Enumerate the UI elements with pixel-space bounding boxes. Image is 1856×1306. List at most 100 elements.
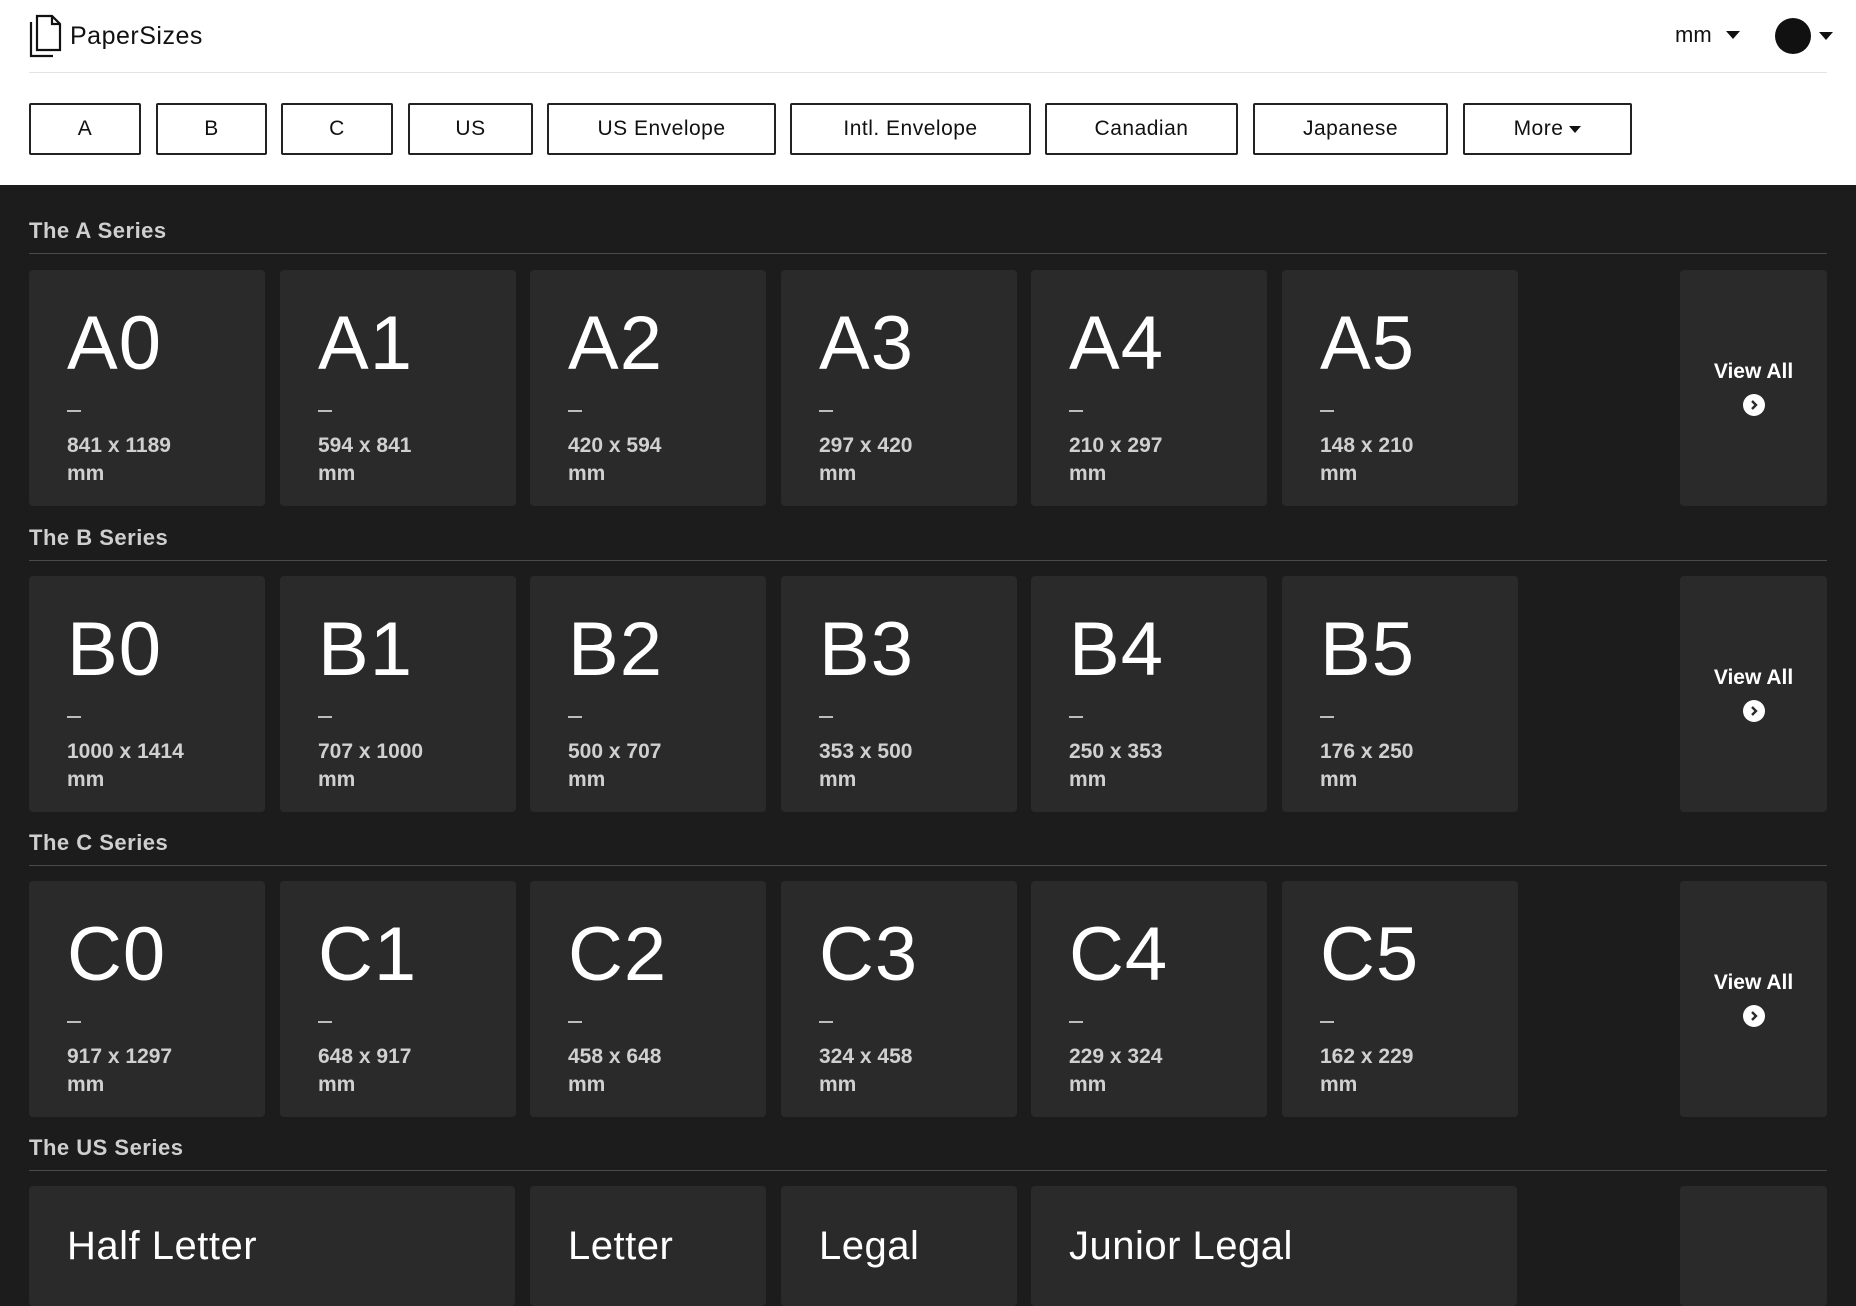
- nav-button-a[interactable]: A: [29, 103, 141, 155]
- paper-card-a2[interactable]: A2 420 x 594 mm: [530, 270, 766, 506]
- paper-stack-icon: [29, 14, 62, 58]
- paper-name: C3: [819, 912, 919, 997]
- paper-name: C0: [67, 912, 167, 997]
- paper-card-junior-legal[interactable]: Junior Legal: [1031, 1186, 1517, 1306]
- dash-divider: [1069, 410, 1083, 412]
- dash-divider: [568, 1021, 582, 1023]
- paper-name: Junior Legal: [1069, 1224, 1293, 1268]
- paper-name: B3: [819, 607, 914, 692]
- user-menu[interactable]: [1775, 18, 1833, 54]
- caret-down-icon: [1569, 125, 1582, 133]
- paper-name: C2: [568, 912, 668, 997]
- nav-button-us[interactable]: US: [408, 103, 533, 155]
- paper-card-b0[interactable]: B0 1000 x 1414 mm: [29, 576, 265, 812]
- paper-card-c4[interactable]: C4 229 x 324 mm: [1031, 881, 1267, 1117]
- view-all-a-button[interactable]: View All: [1680, 270, 1827, 506]
- arrow-right-circle-icon: [1742, 394, 1765, 416]
- dash-divider: [318, 716, 332, 718]
- paper-dimensions: 229 x 324 mm: [1069, 1045, 1163, 1096]
- dash-divider: [1320, 716, 1334, 718]
- view-all-us-button[interactable]: [1680, 1186, 1827, 1306]
- section-divider: [29, 560, 1827, 561]
- paper-dimensions: 324 x 458 mm: [819, 1045, 913, 1096]
- nav-button-b[interactable]: B: [156, 103, 267, 155]
- dash-divider: [819, 1021, 833, 1023]
- paper-card-legal[interactable]: Legal: [781, 1186, 1017, 1306]
- paper-name: Legal: [819, 1224, 920, 1268]
- nav-button-c[interactable]: C: [281, 103, 393, 155]
- paper-dimensions: 148 x 210 mm: [1320, 434, 1414, 485]
- unit-select[interactable]: mm: [1675, 22, 1740, 48]
- dash-divider: [67, 1021, 81, 1023]
- paper-dimensions: 841 x 1189 mm: [67, 434, 171, 485]
- paper-name: A5: [1320, 301, 1415, 386]
- header-divider: [29, 72, 1827, 73]
- dash-divider: [318, 410, 332, 412]
- paper-card-a5[interactable]: A5 148 x 210 mm: [1282, 270, 1518, 506]
- paper-card-b2[interactable]: B2 500 x 707 mm: [530, 576, 766, 812]
- section-title-b: The B Series: [29, 525, 169, 550]
- nav-button-more[interactable]: More: [1463, 103, 1632, 155]
- paper-name: Letter: [568, 1224, 674, 1268]
- paper-card-b1[interactable]: B1 707 x 1000 mm: [280, 576, 516, 812]
- paper-name: A4: [1069, 301, 1164, 386]
- paper-card-c2[interactable]: C2 458 x 648 mm: [530, 881, 766, 1117]
- view-all-label: View All: [1713, 971, 1794, 994]
- paper-card-b5[interactable]: B5 176 x 250 mm: [1282, 576, 1518, 812]
- paper-card-letter[interactable]: Letter: [530, 1186, 766, 1306]
- chevron-down-icon: [1725, 31, 1740, 39]
- paper-card-c5[interactable]: C5 162 x 229 mm: [1282, 881, 1518, 1117]
- section-title-us: The US Series: [29, 1135, 184, 1160]
- dash-divider: [1069, 1021, 1083, 1023]
- paper-name: A1: [318, 301, 413, 386]
- dash-divider: [1320, 410, 1334, 412]
- dash-divider: [1069, 716, 1083, 718]
- view-all-b-button[interactable]: View All: [1680, 576, 1827, 812]
- view-all-c-button[interactable]: View All: [1680, 881, 1827, 1117]
- more-label: More: [1513, 117, 1564, 140]
- paper-card-half-letter[interactable]: Half Letter: [29, 1186, 515, 1306]
- dash-divider: [1320, 1021, 1334, 1023]
- chevron-down-icon: [1819, 32, 1833, 40]
- section-title-c: The C Series: [29, 830, 169, 855]
- paper-card-a3[interactable]: A3 297 x 420 mm: [781, 270, 1017, 506]
- section-divider: [29, 865, 1827, 866]
- paper-name: C1: [318, 912, 418, 997]
- paper-name: B2: [568, 607, 663, 692]
- paper-card-a1[interactable]: A1 594 x 841 mm: [280, 270, 516, 506]
- paper-card-a4[interactable]: A4 210 x 297 mm: [1031, 270, 1267, 506]
- nav-button-intl-envelope[interactable]: Intl. Envelope: [790, 103, 1031, 155]
- paper-name: A3: [819, 301, 914, 386]
- paper-name: B4: [1069, 607, 1164, 692]
- nav-button-japanese[interactable]: Japanese: [1253, 103, 1448, 155]
- avatar: [1775, 18, 1811, 54]
- paper-dimensions: 648 x 917 mm: [318, 1045, 412, 1096]
- dash-divider: [819, 410, 833, 412]
- dash-divider: [67, 716, 81, 718]
- paper-name: C4: [1069, 912, 1169, 997]
- paper-card-a0[interactable]: A0 841 x 1189 mm: [29, 270, 265, 506]
- paper-dimensions: 594 x 841 mm: [318, 434, 412, 485]
- nav-button-canadian[interactable]: Canadian: [1045, 103, 1238, 155]
- paper-card-c0[interactable]: C0 917 x 1297 mm: [29, 881, 265, 1117]
- dash-divider: [318, 1021, 332, 1023]
- paper-name: C5: [1320, 912, 1420, 997]
- paper-name: B1: [318, 607, 413, 692]
- paper-dimensions: 458 x 648 mm: [568, 1045, 662, 1096]
- paper-dimensions: 297 x 420 mm: [819, 434, 913, 485]
- top-bar: PaperSizes mm A B C US US Envelope Intl.…: [0, 0, 1856, 185]
- paper-dimensions: 176 x 250 mm: [1320, 740, 1414, 791]
- paper-card-b4[interactable]: B4 250 x 353 mm: [1031, 576, 1267, 812]
- dash-divider: [568, 410, 582, 412]
- dash-divider: [568, 716, 582, 718]
- paper-card-c1[interactable]: C1 648 x 917 mm: [280, 881, 516, 1117]
- paper-card-b3[interactable]: B3 353 x 500 mm: [781, 576, 1017, 812]
- unit-value: mm: [1675, 22, 1712, 47]
- paper-name: B0: [67, 607, 162, 692]
- paper-card-c3[interactable]: C3 324 x 458 mm: [781, 881, 1017, 1117]
- paper-name: Half Letter: [67, 1224, 258, 1268]
- logo[interactable]: PaperSizes: [28, 14, 203, 58]
- paper-dimensions: 250 x 353 mm: [1069, 740, 1163, 791]
- nav-button-us-envelope[interactable]: US Envelope: [547, 103, 776, 155]
- paper-dimensions: 162 x 229 mm: [1320, 1045, 1414, 1096]
